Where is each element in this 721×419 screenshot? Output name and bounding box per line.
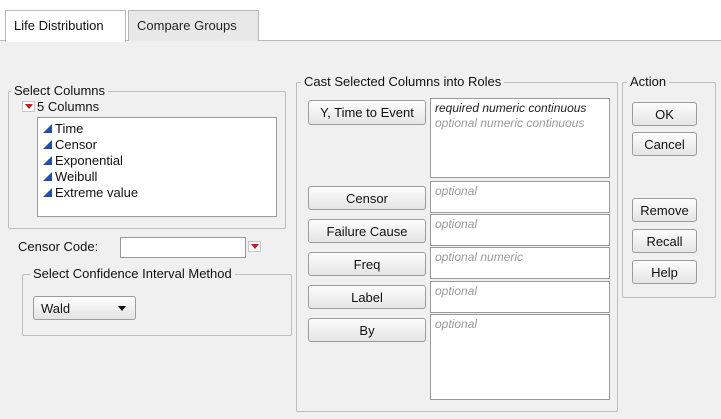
list-item[interactable]: Censor [38,136,276,152]
ci-method-title: Select Confidence Interval Method [30,266,235,282]
censor-code-label: Censor Code: [18,239,99,254]
label-role-box[interactable]: optional [430,281,610,313]
select-columns-title: Select Columns [11,83,109,99]
columns-listbox[interactable]: Time Censor Exponential Weibull Extreme … [37,117,277,217]
remove-button[interactable]: Remove [632,198,697,222]
columns-count: 5 Columns [37,99,100,114]
continuous-icon [43,155,52,165]
cast-roles-title: Cast Selected Columns into Roles [301,74,505,90]
failure-cause-role-box[interactable]: optional [430,214,610,246]
freq-role-box[interactable]: optional numeric [430,247,610,279]
chevron-down-icon [118,306,126,311]
list-item[interactable]: Exponential [38,152,276,168]
list-item[interactable]: Weibull [38,168,276,184]
ok-button[interactable]: OK [632,102,697,126]
ci-method-select[interactable]: Wald [33,296,136,320]
failure-cause-button[interactable]: Failure Cause [308,219,426,243]
tab-compare-groups[interactable]: Compare Groups [128,10,259,41]
censor-code-menu-icon[interactable] [248,241,261,252]
help-button[interactable]: Help [632,260,697,284]
role-hint: optional [435,217,478,231]
continuous-icon [43,123,52,133]
list-item[interactable]: Time [38,120,276,136]
y-role-box[interactable]: required numeric continuous optional num… [430,98,610,178]
y-time-to-event-button[interactable]: Y, Time to Event [308,100,426,125]
role-hint: optional numeric continuous [435,116,585,130]
censor-code-input[interactable] [120,237,246,258]
recall-button[interactable]: Recall [632,229,697,253]
role-hint: optional numeric [435,250,524,264]
label-button[interactable]: Label [308,285,426,309]
tab-life-distribution[interactable]: Life Distribution [5,10,126,42]
columns-header: 5 Columns [22,99,99,114]
censor-role-button[interactable]: Censor [308,186,426,210]
freq-button[interactable]: Freq [308,252,426,276]
action-title: Action [627,74,670,90]
cancel-button[interactable]: Cancel [632,132,697,156]
tab-bar: Life Distribution Compare Groups [0,0,721,42]
role-hint: optional [435,284,478,298]
columns-menu-icon[interactable] [22,101,35,112]
ci-method-value: Wald [41,300,71,316]
censor-role-box[interactable]: optional [430,181,610,213]
by-role-box[interactable]: optional [430,314,610,400]
continuous-icon [43,187,52,197]
list-item[interactable]: Extreme value [38,184,276,200]
role-hint: required numeric continuous [435,101,587,115]
role-hint: optional [435,317,478,331]
continuous-icon [43,171,52,181]
continuous-icon [43,139,52,149]
role-hint: optional [435,184,478,198]
by-button[interactable]: By [308,318,426,342]
